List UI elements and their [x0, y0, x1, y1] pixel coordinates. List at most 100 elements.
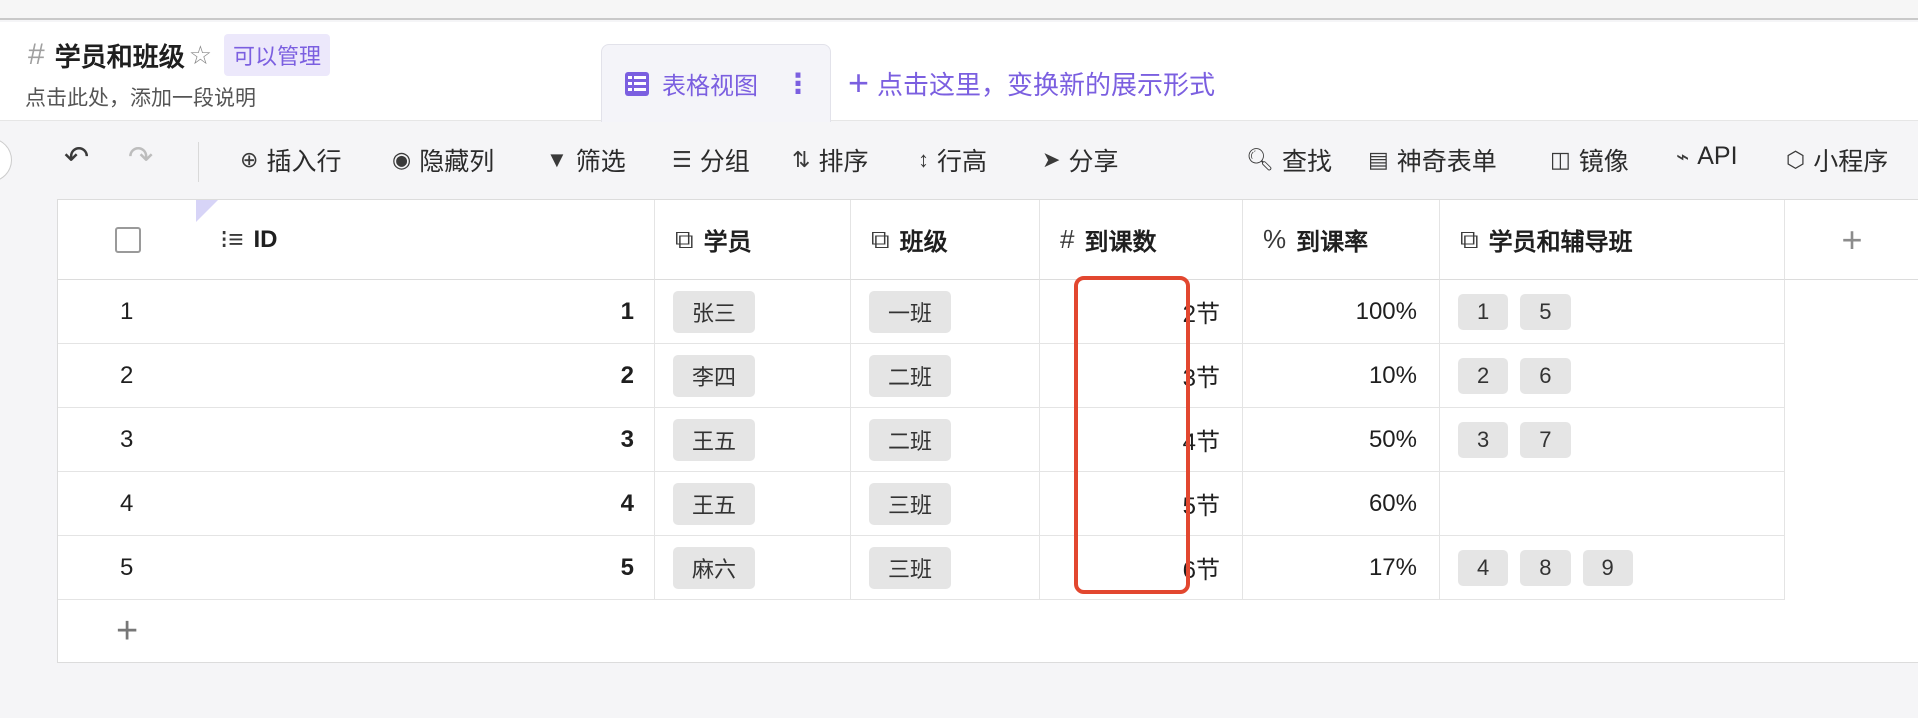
cell-class[interactable]: 一班	[851, 280, 1040, 344]
cell-student-and-tutoring[interactable]: 2 6	[1440, 344, 1785, 408]
cell-attendance-rate[interactable]: 60%	[1243, 472, 1440, 536]
plug-icon: ⌁	[1676, 143, 1690, 169]
cell-attendance-rate[interactable]: 100%	[1243, 280, 1440, 344]
link-tag[interactable]: 三班	[869, 546, 952, 589]
link-tag[interactable]: 6	[1520, 357, 1571, 394]
cell-attendance-rate[interactable]: 10%	[1243, 344, 1440, 408]
link-tag[interactable]: 7	[1520, 421, 1571, 458]
column-header-attendance-count[interactable]: # 到课数	[1040, 200, 1243, 280]
cell-student-and-tutoring[interactable]	[1440, 472, 1785, 536]
cell-student[interactable]: 麻六	[655, 536, 851, 600]
star-icon[interactable]: ☆	[189, 40, 212, 71]
cell-attendance-count[interactable]: 3节	[1040, 344, 1243, 408]
link-tag[interactable]: 8	[1520, 549, 1571, 586]
row-index[interactable]: 1	[58, 280, 198, 344]
window-top-strip	[0, 0, 1918, 20]
cell-attendance-count[interactable]: 2节	[1040, 280, 1243, 344]
eye-icon: ◉	[392, 147, 412, 172]
column-header-student-and-tutoring-label: 学员和辅导班	[1488, 229, 1633, 256]
more-vertical-icon[interactable]: ⋮	[784, 67, 812, 100]
mirror-icon: ◫	[1550, 147, 1571, 172]
column-header-student-and-tutoring[interactable]: ⧉ 学员和辅导班	[1440, 200, 1785, 280]
title-row: # 学员和班级 ☆ 可以管理	[28, 34, 331, 76]
link-tag[interactable]: 三班	[869, 482, 952, 525]
cell-attendance-count[interactable]: 5节	[1040, 472, 1243, 536]
column-header-class[interactable]: ⧉ 班级	[851, 200, 1040, 280]
cell-class[interactable]: 二班	[851, 344, 1040, 408]
cell-student-and-tutoring[interactable]: 4 8 9	[1440, 536, 1785, 600]
add-view-button[interactable]: + 点击这里，变换新的展示形式	[848, 62, 1215, 104]
link-tag[interactable]: 二班	[869, 418, 952, 461]
link-tag[interactable]: 一班	[869, 290, 952, 333]
link-tag[interactable]: 李四	[673, 354, 756, 397]
data-grid: ⁝≡ ID ⧉ 学员 ⧉ 班级 # 到课数 % 到课率 ⧉ 学员和辅导班 + 1…	[57, 199, 1918, 663]
link-field-icon: ⧉	[675, 223, 694, 254]
cell-id[interactable]: 4	[198, 472, 655, 536]
cell-attendance-count[interactable]: 6节	[1040, 536, 1243, 600]
form-icon: ▤	[1368, 147, 1389, 172]
link-tag[interactable]: 1	[1458, 293, 1509, 330]
description-placeholder[interactable]: 点击此处，添加一段说明	[25, 82, 256, 112]
link-tag[interactable]: 王五	[673, 418, 756, 461]
redo-icon[interactable]: ↷	[128, 140, 153, 175]
api-button[interactable]: ⌁ API	[1676, 142, 1738, 171]
percent-field-icon: %	[1263, 224, 1287, 254]
share-button[interactable]: ➤ 分享	[1042, 142, 1118, 178]
group-button[interactable]: ☰ 分组	[672, 142, 750, 178]
cell-id[interactable]: 1	[198, 280, 655, 344]
cell-attendance-rate[interactable]: 50%	[1243, 408, 1440, 472]
link-tag[interactable]: 张三	[673, 290, 756, 333]
sidebar-collapse-handle[interactable]	[0, 138, 12, 182]
row-height-button[interactable]: ↕ 行高	[918, 142, 987, 178]
link-tag[interactable]: 麻六	[673, 546, 756, 589]
magic-form-button[interactable]: ▤ 神奇表单	[1368, 142, 1497, 178]
link-tag[interactable]: 王五	[673, 482, 756, 525]
mini-program-button[interactable]: ⬡ 小程序	[1786, 142, 1888, 178]
undo-icon[interactable]: ↶	[64, 140, 89, 175]
cell-student[interactable]: 王五	[655, 408, 851, 472]
cell-student-and-tutoring[interactable]: 1 5	[1440, 280, 1785, 344]
row-index[interactable]: 4	[58, 472, 198, 536]
filter-label: 筛选	[575, 148, 626, 176]
column-header-class-label: 班级	[899, 229, 948, 256]
link-tag[interactable]: 2	[1458, 357, 1509, 394]
cell-attendance-rate[interactable]: 17%	[1243, 536, 1440, 600]
link-tag[interactable]: 5	[1520, 293, 1571, 330]
sort-label: 排序	[818, 148, 869, 176]
sort-button[interactable]: ⇅ 排序	[792, 142, 868, 178]
row-index[interactable]: 5	[58, 536, 198, 600]
cell-id[interactable]: 3	[198, 408, 655, 472]
insert-row-button[interactable]: ⊕ 插入行	[240, 142, 341, 178]
link-tag[interactable]: 4	[1458, 549, 1509, 586]
add-column-button[interactable]: +	[1785, 200, 1918, 280]
link-tag[interactable]: 3	[1458, 421, 1509, 458]
page-title[interactable]: 学员和班级	[55, 37, 185, 74]
cell-student[interactable]: 张三	[655, 280, 851, 344]
link-tag[interactable]: 9	[1582, 549, 1633, 586]
column-header-attendance-rate[interactable]: % 到课率	[1243, 200, 1440, 280]
find-button[interactable]: 🔍︎ 查找	[1246, 142, 1332, 178]
tab-grid-view[interactable]: 表格视图 ⋮	[601, 44, 831, 122]
row-index[interactable]: 2	[58, 344, 198, 408]
select-all-checkbox[interactable]	[115, 226, 141, 253]
cell-student[interactable]: 李四	[655, 344, 851, 408]
mirror-button[interactable]: ◫ 镜像	[1550, 142, 1629, 178]
cell-id[interactable]: 5	[198, 536, 655, 600]
add-row-button[interactable]: +	[58, 600, 1785, 663]
filter-button[interactable]: ▼ 筛选	[546, 142, 626, 178]
cell-student[interactable]: 王五	[655, 472, 851, 536]
link-tag[interactable]: 二班	[869, 354, 952, 397]
select-all-cell	[58, 200, 198, 280]
permission-badge[interactable]: 可以管理	[224, 34, 331, 76]
cell-class[interactable]: 三班	[851, 472, 1040, 536]
column-header-student[interactable]: ⧉ 学员	[655, 200, 851, 280]
hide-column-button[interactable]: ◉ 隐藏列	[392, 142, 494, 178]
cell-student-and-tutoring[interactable]: 3 7	[1440, 408, 1785, 472]
cell-class[interactable]: 二班	[851, 408, 1040, 472]
column-header-id-label: ID	[253, 225, 278, 253]
cell-attendance-count[interactable]: 4节	[1040, 408, 1243, 472]
cell-class[interactable]: 三班	[851, 536, 1040, 600]
row-index[interactable]: 3	[58, 408, 198, 472]
column-header-id[interactable]: ⁝≡ ID	[198, 200, 655, 280]
cell-id[interactable]: 2	[198, 344, 655, 408]
